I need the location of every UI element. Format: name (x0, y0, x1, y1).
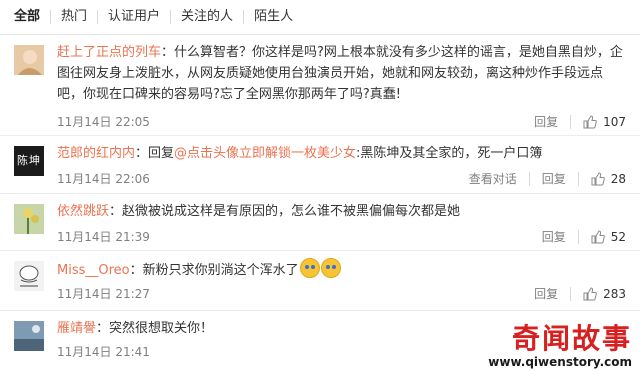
comment-content: :黑陈坤及其全家的，死一户口簿 (356, 146, 543, 161)
comment-meta: 11月14日 22:06 查看对话 回复 28 (57, 170, 626, 188)
watermark-title: 奇闻故事 (511, 322, 632, 355)
action-divider (570, 115, 572, 129)
comment-time: 11月14日 22:06 (57, 172, 150, 186)
mention-link[interactable]: @点击头像立即解锁一枚美少女 (174, 146, 356, 161)
username-link[interactable]: 依然跳跃 (57, 204, 109, 219)
avatar[interactable] (14, 204, 44, 234)
reply-button[interactable]: 回复 (534, 285, 558, 303)
action-divider (570, 287, 572, 301)
tab-all[interactable]: 全部 (0, 10, 50, 24)
comment-actions: 回复 107 (534, 113, 626, 131)
tab-hot[interactable]: 热门 (50, 10, 97, 24)
comment-text: Miss__Oreo：新粉只求你别淌这个浑水了 (57, 258, 626, 281)
like-button[interactable]: 28 (591, 170, 626, 188)
username-link[interactable]: Miss__Oreo (57, 263, 130, 278)
tab-following[interactable]: 关注的人 (170, 10, 243, 24)
reply-prefix: ：回复 (135, 146, 175, 161)
like-button[interactable]: 107 (583, 113, 626, 131)
like-count: 28 (610, 172, 626, 186)
comment-time: 11月14日 21:27 (57, 287, 150, 301)
avatar[interactable] (14, 321, 44, 351)
comment-actions: 查看对话 回复 28 (469, 170, 626, 188)
avatar-text: 陈坤 (17, 154, 41, 167)
action-divider (528, 172, 530, 186)
view-conversation-button[interactable]: 查看对话 (469, 170, 517, 188)
like-button[interactable]: 52 (591, 228, 626, 246)
like-count: 52 (610, 230, 626, 244)
crying-face-icon (299, 258, 320, 278)
comment-content: ：突然很想取关你！ (96, 321, 214, 336)
like-count: 107 (603, 115, 626, 129)
comment-meta: 11月14日 21:39 回复 52 (57, 228, 626, 246)
username-link[interactable]: 雁靖譽 (57, 321, 96, 336)
comment-meta: 11月14日 21:27 回复 283 (57, 285, 626, 303)
thumbs-up-icon (583, 115, 597, 129)
action-divider (577, 172, 579, 186)
tab-verified-users[interactable]: 认证用户 (97, 10, 170, 24)
watermark-url: www.qiwenstory.com (488, 355, 632, 369)
comment-content: ：新粉只求你别淌这个浑水了 (129, 263, 299, 278)
thumbs-up-icon (591, 172, 605, 186)
comment-item: 陈坤 范郎的红内内：回复@点击头像立即解锁一枚美少女:黑陈坤及其全家的，死一户口… (0, 136, 640, 194)
thumbs-up-icon (583, 287, 597, 301)
reply-button[interactable]: 回复 (542, 170, 566, 188)
thumbs-up-icon (591, 230, 605, 244)
comment-meta: 11月14日 22:05 回复 107 (57, 113, 626, 131)
comment-time: 11月14日 22:05 (57, 115, 150, 129)
username-link[interactable]: 赶上了正点的列车 (57, 45, 161, 60)
avatar[interactable] (14, 45, 44, 75)
like-count: 283 (603, 287, 626, 301)
reply-button[interactable]: 回复 (534, 113, 558, 131)
comment-actions: 回复 283 (534, 285, 626, 303)
comment-actions: 回复 52 (542, 228, 626, 246)
comment-item: 赶上了正点的列车：什么算智者？你这样是吗?网上根本就没有多少这样的谣言，是她自黑… (0, 35, 640, 136)
tab-strangers[interactable]: 陌生人 (243, 10, 303, 24)
site-watermark: 奇闻故事 www.qiwenstory.com (488, 322, 632, 370)
avatar[interactable] (14, 261, 44, 291)
comment-text: 依然跳跃：赵微被说成这样是有原因的，怎么谁不被黑偏偏每次都是她 (57, 201, 626, 222)
comment-item: Miss__Oreo：新粉只求你别淌这个浑水了 11月14日 21:27 回复 … (0, 251, 640, 311)
reply-button[interactable]: 回复 (542, 228, 566, 246)
username-link[interactable]: 范郎的红内内 (57, 146, 135, 161)
comment-item: 依然跳跃：赵微被说成这样是有原因的，怎么谁不被黑偏偏每次都是她 11月14日 2… (0, 194, 640, 251)
action-divider (577, 230, 579, 244)
comment-time: 11月14日 21:41 (57, 345, 150, 359)
comment-text: 赶上了正点的列车：什么算智者？你这样是吗?网上根本就没有多少这样的谣言，是她自黑… (57, 42, 626, 105)
crying-face-icon (320, 258, 341, 278)
avatar[interactable]: 陈坤 (14, 146, 44, 176)
comment-content: ：赵微被说成这样是有原因的，怎么谁不被黑偏偏每次都是她 (109, 204, 461, 219)
comment-time: 11月14日 21:39 (57, 230, 150, 244)
like-button[interactable]: 283 (583, 285, 626, 303)
comment-text: 范郎的红内内：回复@点击头像立即解锁一枚美少女:黑陈坤及其全家的，死一户口簿 (57, 143, 626, 164)
comment-filter-tabs: 全部 热门 认证用户 关注的人 陌生人 (0, 0, 640, 35)
